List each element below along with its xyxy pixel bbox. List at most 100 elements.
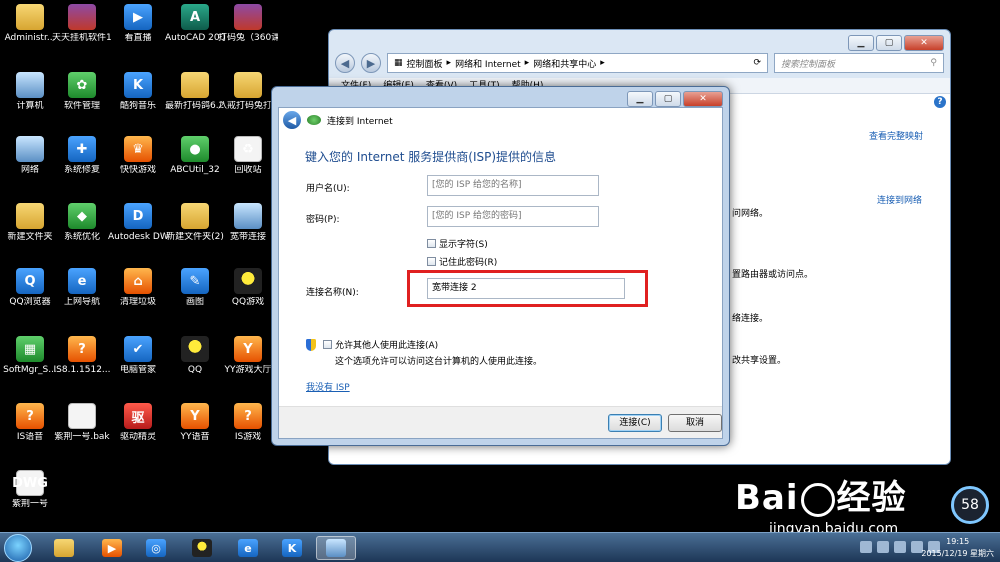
view-full-map-link[interactable]: 查看完整映射 — [869, 129, 923, 142]
username-input[interactable]: [您的 ISP 给您的名称] — [427, 175, 599, 196]
shield-tray-icon[interactable] — [877, 541, 889, 553]
explorer-taskbar-icon[interactable] — [44, 536, 84, 560]
forward-nav-icon[interactable]: ▶ — [361, 53, 381, 73]
desktop-icon[interactable]: ♻ 回收站 — [218, 136, 278, 176]
app-icon: ✎ — [181, 268, 209, 294]
desktop-icon[interactable]: QQ游戏 — [218, 268, 278, 308]
desktop-icon[interactable]: e 上网导航 — [52, 268, 112, 308]
desktop-icon[interactable]: ✿ 软件管理 — [52, 72, 112, 112]
app-icon: ? — [234, 403, 262, 429]
ie-taskbar-icon[interactable]: e — [228, 536, 268, 560]
app-icon: Y — [181, 403, 209, 429]
desktop-icon[interactable]: 天天挂机软件1.1.28版本 — [52, 4, 112, 44]
desktop-icon-label: 画图 — [185, 297, 204, 307]
checkbox-icon[interactable] — [427, 257, 436, 266]
desktop-icon-label: 计算机 — [16, 101, 44, 111]
desktop-icon[interactable]: ⌂ 清理垃圾 — [108, 268, 168, 308]
desktop-icon[interactable]: ▶ 看直播 — [108, 4, 168, 44]
desktop-icon[interactable]: 八戒打码兔打码软件5... — [218, 72, 278, 112]
remember-password-checkbox[interactable]: 记住此密码(R) — [427, 255, 497, 268]
desktop-icon-label: 打码兔（360课报，放心... — [218, 33, 278, 43]
app-icon — [16, 203, 44, 229]
search-icon: ⚲ — [930, 58, 937, 68]
app-icon: ♛ — [124, 136, 152, 162]
search-input[interactable]: 搜索控制面板 ⚲ — [774, 53, 944, 73]
desktop-icon-label: Administr... — [4, 33, 56, 43]
uac-shield-icon — [306, 338, 316, 351]
checkbox-icon[interactable] — [427, 239, 436, 248]
breadcrumb-1[interactable]: 网络和 Internet — [455, 57, 521, 70]
desktop-icon[interactable]: QQ — [165, 336, 225, 376]
checkbox-icon[interactable] — [323, 340, 332, 349]
desktop-icon-label: 八戒打码兔打码软件5... — [218, 101, 278, 111]
control-panel-taskbar-icon[interactable] — [316, 536, 356, 560]
desktop-icon[interactable]: 打码兔（360课报，放心... — [218, 4, 278, 44]
desktop-icon[interactable]: Y YY语音 — [165, 403, 225, 443]
close-button[interactable]: ✕ — [904, 35, 944, 51]
kugou-taskbar-icon[interactable]: K — [272, 536, 312, 560]
desktop-icon[interactable]: 计算机 — [0, 72, 60, 112]
dialog-maximize-button[interactable]: ▢ — [655, 91, 681, 107]
paw-logo-icon — [800, 482, 835, 517]
breadcrumb-0[interactable]: 控制面板 — [407, 57, 443, 70]
desktop-icon[interactable]: ▦ SoftMgr_S... — [0, 336, 60, 376]
minimize-button[interactable]: ▁ — [848, 35, 874, 51]
desktop-icon[interactable]: K 酷狗音乐 — [108, 72, 168, 112]
desktop-icon[interactable]: ? IS游戏 — [218, 403, 278, 443]
desktop-icon[interactable]: ✚ 系统修复 — [52, 136, 112, 176]
desktop-icon-label: SoftMgr_S... — [3, 365, 57, 375]
desktop-icon[interactable]: D Autodesk DWF View... — [108, 203, 168, 243]
cancel-button[interactable]: 取消 — [668, 414, 722, 432]
desktop-icon-label: 新建文件夹(2) — [166, 232, 224, 242]
back-arrow-icon[interactable]: ◀ — [283, 111, 301, 129]
desktop-icon[interactable]: ✎ 画图 — [165, 268, 225, 308]
dialog-title: 连接到 Internet — [327, 116, 393, 127]
clock[interactable]: 19:15 2015/12/19 星期六 — [921, 536, 994, 560]
desktop-icon[interactable]: A AutoCAD 2007 - S... — [165, 4, 225, 44]
connect-to-network-link[interactable]: 连接到网络 — [877, 193, 922, 206]
desktop-icon[interactable]: Administr... — [0, 4, 60, 44]
connect-internet-dialog[interactable]: ▁ ▢ ✕ ◀ 连接到 Internet 键入您的 Internet 服务提供商… — [271, 86, 730, 446]
text-snippet: 络连接。 — [732, 314, 769, 324]
baidu-watermark: Bai 经验 jingyan.baidu.com — [735, 478, 907, 537]
desktop-icon[interactable]: 新建文件夹(2) — [165, 203, 225, 243]
desktop-icon-label: IS游戏 — [234, 432, 262, 442]
desktop-icon[interactable]: Q QQ浏览器 — [0, 268, 60, 308]
desktop-icon[interactable]: 驱驱动精灵 — [108, 403, 168, 443]
desktop-icon[interactable]: ? IS8.1.1512... — [52, 336, 112, 376]
show-chars-checkbox[interactable]: 显示字符(S) — [427, 237, 488, 250]
qq-taskbar-icon[interactable] — [182, 536, 222, 560]
desktop-icon[interactable]: Y YY游戏大厅 — [218, 336, 278, 376]
speed-gauge[interactable]: 58 — [951, 486, 989, 524]
start-button[interactable] — [4, 534, 32, 562]
connect-button[interactable]: 连接(C) — [608, 414, 662, 432]
media-player-taskbar-icon[interactable]: ▶ — [92, 536, 132, 560]
desktop-icon[interactable]: 最新打码鸽6.2（360... — [165, 72, 225, 112]
desktop-icon[interactable]: 宽带连接 — [218, 203, 278, 243]
qq-tray-icon[interactable] — [894, 541, 906, 553]
help-icon[interactable]: ? — [934, 96, 946, 108]
desktop-icon[interactable]: DWG 紫荆一号 — [0, 470, 60, 510]
desktop-icon[interactable]: ◆ 系统优化 — [52, 203, 112, 243]
allow-others-checkbox[interactable]: 允许其他人使用此连接(A) — [306, 338, 438, 351]
highlight-box — [407, 270, 648, 307]
maximize-button[interactable]: ▢ — [876, 35, 902, 51]
refresh-icon[interactable]: ⟳ — [753, 58, 761, 68]
no-isp-link[interactable]: 我没有 ISP — [306, 380, 350, 393]
back-nav-icon[interactable]: ◀ — [335, 53, 355, 73]
browser-taskbar-icon[interactable]: ◎ — [136, 536, 176, 560]
desktop-icon[interactable]: ● ABCUtil_32 — [165, 136, 225, 176]
dialog-heading: 键入您的 Internet 服务提供商(ISP)提供的信息 — [305, 150, 557, 164]
desktop-icon[interactable]: ? IS语音 — [0, 403, 60, 443]
desktop-icon[interactable]: 网络 — [0, 136, 60, 176]
breadcrumb-2[interactable]: 网络和共享中心 — [533, 57, 596, 70]
dialog-minimize-button[interactable]: ▁ — [627, 91, 653, 107]
tray-arrow-icon[interactable] — [860, 541, 872, 553]
desktop-icon[interactable]: ♛ 快快游戏 — [108, 136, 168, 176]
password-input[interactable]: [您的 ISP 给您的密码] — [427, 206, 599, 227]
desktop-icon[interactable]: ✔ 电脑管家 — [108, 336, 168, 376]
address-bar[interactable]: ▦ 控制面板 ▸ 网络和 Internet ▸ 网络和共享中心 ▸ ⟳ — [387, 53, 768, 73]
desktop-icon[interactable]: 紫荆一号.bak — [52, 403, 112, 443]
dialog-close-button[interactable]: ✕ — [683, 91, 723, 107]
desktop-icon[interactable]: 新建文件夹 — [0, 203, 60, 243]
